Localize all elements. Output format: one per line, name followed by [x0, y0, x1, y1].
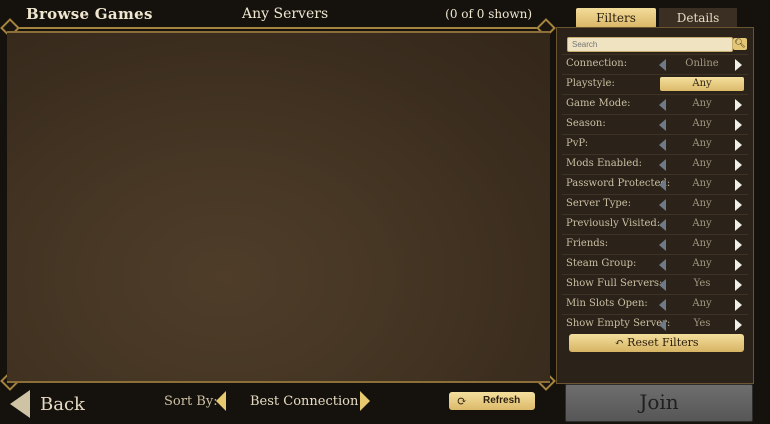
filter-label: Previously Visited: [566, 218, 661, 229]
filter-label: Season: [566, 118, 606, 129]
page-title: Browse Games [26, 5, 153, 23]
filter-value: Any [692, 298, 712, 309]
filter-value: Any [692, 98, 712, 109]
tab-details[interactable]: Details [659, 8, 737, 28]
filter-label: Steam Group: [566, 258, 637, 269]
filter-value: Any [692, 178, 712, 189]
filter-value: Any [692, 138, 712, 149]
back-arrow-icon [10, 390, 30, 418]
filter-label: Connection: [566, 58, 628, 69]
chevron-left-icon[interactable] [659, 259, 666, 271]
filter-value: Any [692, 218, 712, 229]
chevron-left-icon[interactable] [659, 139, 666, 151]
browse-header: Browse Games Any Servers (0 of 0 shown) [0, 0, 552, 30]
filter-value: Any [692, 118, 712, 129]
filter-row[interactable]: Friends: Any [562, 234, 748, 254]
chevron-right-icon[interactable] [735, 59, 742, 71]
sort-by-label: Sort By: [164, 394, 218, 409]
filter-label: Playstyle: [566, 78, 615, 89]
chevron-right-icon[interactable] [735, 239, 742, 251]
chevron-left-icon[interactable] [659, 299, 666, 311]
filter-row[interactable]: Playstyle: Any [562, 74, 748, 94]
filter-label: Min Slots Open: [566, 298, 648, 309]
reset-filters-label: Reset Filters [627, 336, 699, 349]
back-button[interactable]: Back [8, 386, 88, 422]
chevron-left-icon[interactable] [659, 319, 666, 331]
filter-row[interactable]: Game Mode: Any [562, 94, 748, 114]
filter-row[interactable]: Min Slots Open: Any [562, 294, 748, 314]
sort-next-arrow-icon[interactable] [360, 391, 370, 411]
chevron-right-icon[interactable] [735, 259, 742, 271]
filter-row[interactable]: PvP: Any [562, 134, 748, 154]
chevron-left-icon[interactable] [659, 159, 666, 171]
chevron-left-icon[interactable] [659, 239, 666, 251]
sort-value: Best Connection [250, 394, 359, 409]
filter-row[interactable]: Steam Group: Any [562, 254, 748, 274]
filter-label: Show Full Servers: [566, 278, 663, 289]
chevron-right-icon[interactable] [735, 199, 742, 211]
filter-value: Any [692, 158, 712, 169]
chevron-right-icon[interactable] [735, 179, 742, 191]
filter-value: Any [692, 238, 712, 249]
chevron-left-icon[interactable] [659, 279, 666, 291]
filter-value: Online [685, 58, 719, 69]
chevron-right-icon[interactable] [735, 319, 742, 331]
server-list[interactable] [7, 31, 550, 383]
filter-label: Password Protected: [566, 178, 671, 189]
filter-label: Game Mode: [566, 98, 631, 109]
filter-value: Any [692, 198, 712, 209]
chevron-right-icon[interactable] [735, 299, 742, 311]
chevron-right-icon[interactable] [735, 159, 742, 171]
refresh-icon: ⟳ [457, 394, 468, 408]
chevron-left-icon[interactable] [659, 199, 666, 211]
tab-filters[interactable]: Filters [576, 8, 656, 28]
filter-row[interactable]: Previously Visited: Any [562, 214, 748, 234]
chevron-right-icon[interactable] [735, 279, 742, 291]
filter-row[interactable]: Show Empty Server: Yes [562, 314, 748, 334]
filter-label: Friends: [566, 238, 609, 249]
join-button[interactable]: Join [565, 384, 753, 422]
filter-row[interactable]: Password Protected: Any [562, 174, 748, 194]
chevron-left-icon[interactable] [659, 179, 666, 191]
refresh-label: Refresh [483, 395, 521, 406]
filter-value: Yes [693, 318, 711, 329]
filter-label: Show Empty Server: [566, 318, 671, 329]
filter-row[interactable]: Season: Any [562, 114, 748, 134]
refresh-button[interactable]: ⟳ Refresh [449, 392, 535, 410]
chevron-left-icon[interactable] [659, 119, 666, 131]
chevron-right-icon[interactable] [735, 139, 742, 151]
filter-row[interactable]: Server Type: Any [562, 194, 748, 214]
server-filter-label: Any Servers [242, 6, 329, 22]
chevron-left-icon[interactable] [659, 99, 666, 111]
chevron-left-icon[interactable] [659, 59, 666, 71]
back-label: Back [40, 394, 85, 415]
chevron-right-icon[interactable] [735, 99, 742, 111]
filter-row[interactable]: Show Full Servers: Yes [562, 274, 748, 294]
filter-value[interactable]: Any [660, 77, 744, 91]
filter-value: Yes [693, 278, 711, 289]
search-icon[interactable]: 🔍︎ [733, 38, 747, 50]
chevron-right-icon[interactable] [735, 219, 742, 231]
shown-count: (0 of 0 shown) [445, 7, 532, 21]
chevron-right-icon[interactable] [735, 119, 742, 131]
sort-prev-arrow-icon[interactable] [216, 391, 226, 411]
search-input[interactable] [567, 37, 733, 52]
filter-row[interactable]: Connection: Online [562, 54, 748, 74]
undo-icon: ↶ [614, 336, 624, 349]
chevron-left-icon[interactable] [659, 219, 666, 231]
filter-value: Any [692, 258, 712, 269]
frame-top-line [6, 27, 551, 29]
filter-label: Mods Enabled: [566, 158, 642, 169]
filter-label: Server Type: [566, 198, 632, 209]
filter-row[interactable]: Mods Enabled: Any [562, 154, 748, 174]
filter-label: PvP: [566, 138, 589, 149]
reset-filters-button[interactable]: ↶ Reset Filters [569, 334, 744, 352]
